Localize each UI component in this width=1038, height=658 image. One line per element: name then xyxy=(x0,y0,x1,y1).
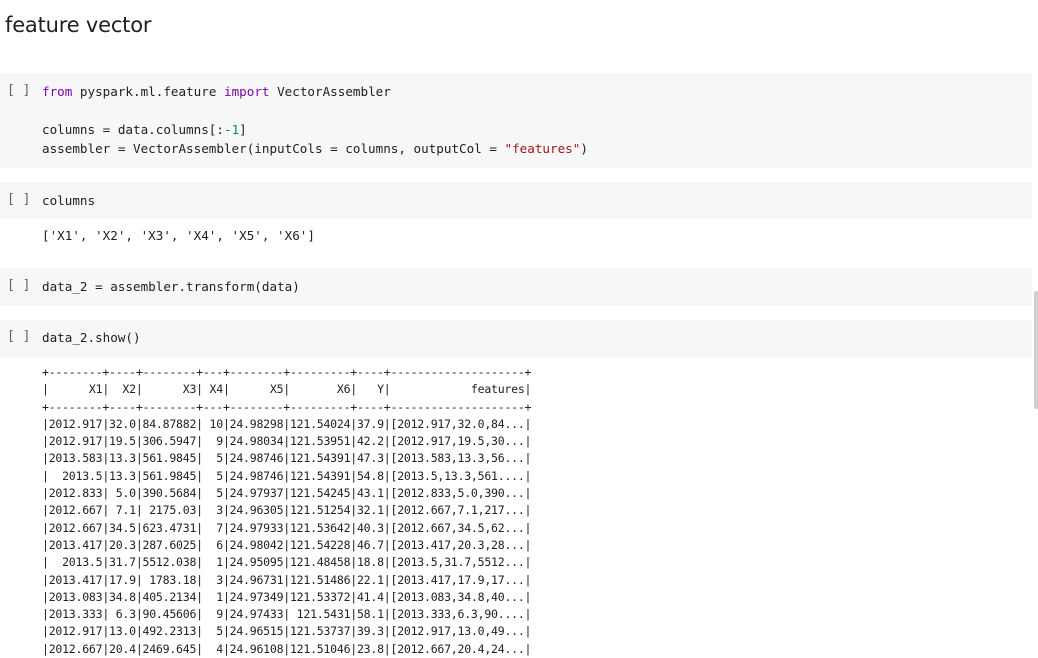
code-text: columns = data.columns[: xyxy=(42,122,224,137)
cell-output: ['X1', 'X2', 'X3', 'X4', 'X5', 'X6'] xyxy=(42,228,315,243)
table-output-row: | 2013.5|13.3|561.9845| 5|24.98746|121.5… xyxy=(42,468,532,483)
scrollbar[interactable] xyxy=(1034,291,1038,409)
table-output-row: +--------+----+--------+---+--------+---… xyxy=(42,365,532,379)
table-output-row: +--------+----+--------+---+--------+---… xyxy=(42,399,532,414)
table-output-row: | 2013.5|31.7|5512.038| 1|24.95095|121.4… xyxy=(42,555,532,570)
table-output-row: |2012.917|32.0|84.87882| 10|24.98298|121… xyxy=(42,416,532,431)
table-output-row: |2013.583|13.3|561.9845| 5|24.98746|121.… xyxy=(42,451,532,466)
table-output-row: |2013.083|34.8|405.2134| 1|24.97349|121.… xyxy=(42,589,532,604)
table-output-row: |2012.917|19.5|306.5947| 9|24.98034|121.… xyxy=(42,434,532,449)
code-cell-columns[interactable]: [ ] columns xyxy=(0,182,1032,219)
table-output-row: |2013.333| 6.3|90.45606| 9|24.97433| 121… xyxy=(42,607,532,622)
code-editor[interactable]: data_2 = assembler.transform(data) xyxy=(42,277,300,296)
run-cell-button[interactable]: [ ] xyxy=(7,83,30,98)
table-output-row: |2012.667| 7.1| 2175.03| 3|24.96305|121.… xyxy=(42,503,532,518)
table-output-row: |2012.833| 5.0|390.5684| 5|24.97937|121.… xyxy=(42,486,532,501)
table-output-row: | X1| X2| X3| X4| X5| X6| Y| features| xyxy=(42,382,532,397)
code-editor[interactable]: data_2.show() xyxy=(42,328,141,347)
table-output-row: |2012.667|34.5|623.4731| 7|24.97933|121.… xyxy=(42,520,532,535)
dataframe-output: +--------+----+--------+---+--------+---… xyxy=(42,364,531,658)
keyword-import: import xyxy=(224,84,270,99)
code-text: ) xyxy=(580,141,588,156)
code-editor[interactable]: columns xyxy=(42,191,95,210)
run-cell-button[interactable]: [ ] xyxy=(7,278,30,293)
run-cell-button[interactable]: [ ] xyxy=(7,329,30,344)
table-output-row: |2013.417|20.3|287.6025| 6|24.98042|121.… xyxy=(42,537,532,552)
run-cell-button[interactable]: [ ] xyxy=(7,192,30,207)
table-output-row: |2012.667|20.4|2469.645| 4|24.96108|121.… xyxy=(42,641,532,656)
module-name: pyspark.ml.feature xyxy=(72,84,224,99)
code-number: -1 xyxy=(223,122,240,137)
code-cell-show[interactable]: [ ] data_2.show() xyxy=(0,320,1032,357)
table-output-row: |2013.417|17.9| 1783.18| 3|24.96731|121.… xyxy=(42,572,532,587)
section-heading: feature vector xyxy=(5,13,152,37)
code-text: ] xyxy=(239,122,247,137)
import-name: VectorAssembler xyxy=(269,84,391,99)
code-cell-import[interactable]: [ ] from pyspark.ml.feature import Vecto… xyxy=(0,73,1032,168)
keyword-from: from xyxy=(42,84,73,99)
code-text: assembler = VectorAssembler(inputCols = … xyxy=(42,141,505,156)
code-string: "features" xyxy=(504,141,581,156)
table-output-row: |2012.917|13.0|492.2313| 5|24.96515|121.… xyxy=(42,624,532,639)
code-editor[interactable]: from pyspark.ml.feature import VectorAss… xyxy=(42,82,588,158)
code-cell-transform[interactable]: [ ] data_2 = assembler.transform(data) xyxy=(0,268,1032,306)
